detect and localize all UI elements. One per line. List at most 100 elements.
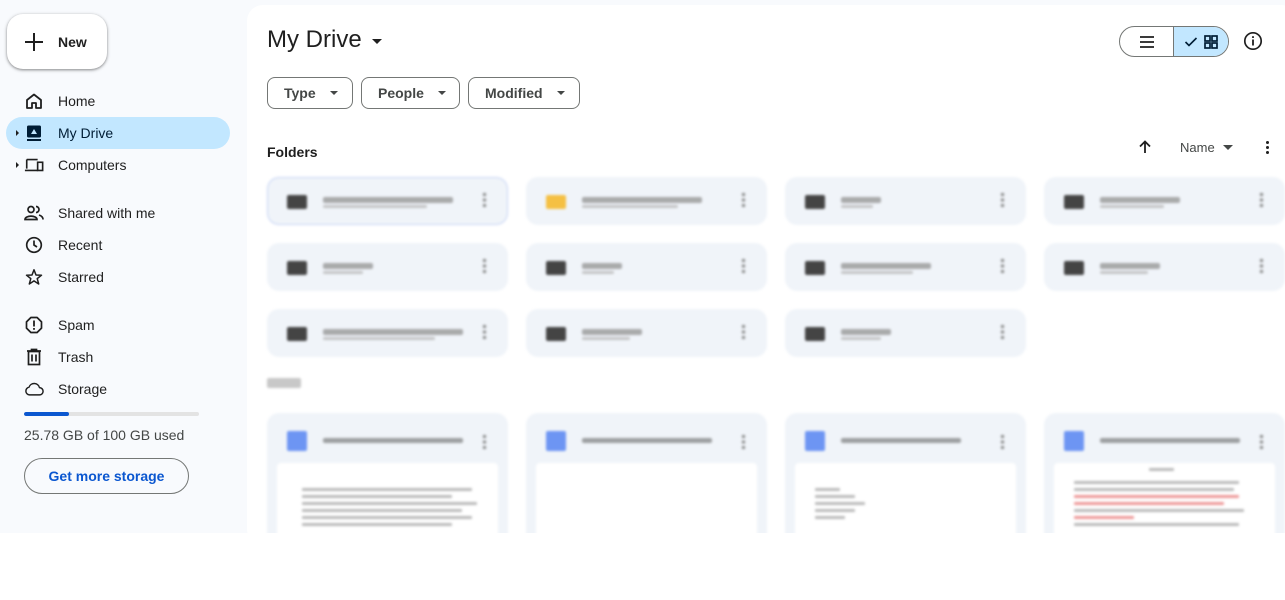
chevron-down-icon bbox=[556, 91, 565, 95]
cloud-icon bbox=[24, 380, 44, 398]
sidebar-item-my-drive[interactable]: My Drive bbox=[6, 117, 230, 149]
view-details-button[interactable] bbox=[1241, 29, 1265, 53]
preview-text-line bbox=[302, 495, 452, 498]
sidebar-item-home[interactable]: Home bbox=[6, 85, 230, 117]
preview-text-line bbox=[815, 488, 840, 491]
folder-icon bbox=[287, 327, 307, 341]
storage-usage-text: 25.78 GB of 100 GB used bbox=[24, 427, 185, 443]
folder-card[interactable] bbox=[526, 243, 767, 291]
expand-caret-icon[interactable] bbox=[16, 130, 19, 136]
sidebar-item-label: Trash bbox=[58, 349, 94, 365]
more-vert-icon[interactable] bbox=[742, 193, 745, 207]
file-card[interactable] bbox=[785, 413, 1026, 533]
preview-text-line bbox=[302, 516, 472, 519]
document-icon bbox=[287, 431, 307, 451]
preview-text-line bbox=[815, 502, 865, 505]
file-thumbnail bbox=[277, 463, 498, 533]
preview-text-line bbox=[302, 488, 472, 491]
page-title: My Drive bbox=[267, 26, 362, 53]
folder-card[interactable] bbox=[267, 243, 508, 291]
folder-icon bbox=[1064, 261, 1084, 275]
page-title-dropdown[interactable]: My Drive bbox=[267, 26, 382, 54]
file-card[interactable] bbox=[526, 413, 767, 533]
shared-icon bbox=[24, 204, 44, 222]
folder-name bbox=[841, 263, 931, 269]
more-vert-icon[interactable] bbox=[1260, 193, 1263, 207]
file-thumbnail bbox=[795, 463, 1016, 533]
list-view-button[interactable] bbox=[1120, 27, 1175, 56]
folder-name-detail bbox=[582, 337, 630, 340]
sidebar-item-starred[interactable]: Starred bbox=[6, 261, 230, 293]
new-button[interactable]: New bbox=[7, 14, 107, 69]
folder-name-detail bbox=[841, 337, 881, 340]
sidebar: New Home My Drive Computers Shared with … bbox=[0, 0, 246, 533]
folder-card[interactable] bbox=[785, 243, 1026, 291]
folders-section-label: Folders bbox=[267, 144, 318, 160]
folder-icon bbox=[546, 327, 566, 341]
preview-text-line bbox=[1074, 481, 1239, 484]
more-vert-icon[interactable] bbox=[483, 193, 486, 207]
folder-name-detail bbox=[1100, 205, 1164, 208]
sidebar-item-recent[interactable]: Recent bbox=[6, 229, 230, 261]
sort-direction-button[interactable] bbox=[1135, 137, 1155, 157]
filter-type[interactable]: Type bbox=[267, 77, 353, 109]
folder-card[interactable] bbox=[1044, 177, 1285, 225]
more-vert-icon[interactable] bbox=[1001, 259, 1004, 273]
more-vert-icon[interactable] bbox=[1260, 259, 1263, 273]
more-vert-icon[interactable] bbox=[483, 259, 486, 273]
sidebar-item-spam[interactable]: Spam bbox=[6, 309, 230, 341]
more-vert-icon[interactable] bbox=[1260, 435, 1263, 449]
preview-text-line bbox=[1074, 495, 1239, 498]
sidebar-item-trash[interactable]: Trash bbox=[6, 341, 230, 373]
chevron-down-icon bbox=[437, 91, 446, 95]
folder-name bbox=[582, 197, 702, 203]
grid-view-button[interactable] bbox=[1174, 27, 1228, 56]
folder-card[interactable] bbox=[267, 177, 508, 225]
more-vert-icon[interactable] bbox=[742, 435, 745, 449]
filter-label: Modified bbox=[485, 85, 543, 101]
file-card[interactable] bbox=[267, 413, 508, 533]
more-vert-icon[interactable] bbox=[742, 259, 745, 273]
more-vert-icon[interactable] bbox=[483, 435, 486, 449]
sort-by-dropdown[interactable]: Name bbox=[1180, 140, 1233, 155]
get-more-storage-button[interactable]: Get more storage bbox=[24, 458, 189, 494]
folder-icon bbox=[287, 261, 307, 275]
folder-card[interactable] bbox=[526, 177, 767, 225]
more-vert-icon[interactable] bbox=[742, 325, 745, 339]
folder-card[interactable] bbox=[785, 177, 1026, 225]
storage-usage-bar bbox=[24, 412, 199, 416]
document-icon bbox=[805, 431, 825, 451]
main-content: My Drive Type People Modified Folders Na… bbox=[247, 5, 1285, 533]
filter-people[interactable]: People bbox=[361, 77, 460, 109]
info-icon bbox=[1243, 31, 1263, 51]
folder-name bbox=[323, 263, 373, 269]
sidebar-item-label: Starred bbox=[58, 269, 104, 285]
more-vert-icon[interactable] bbox=[1001, 193, 1004, 207]
filter-modified[interactable]: Modified bbox=[468, 77, 580, 109]
file-name bbox=[1100, 438, 1240, 443]
folder-name-detail bbox=[582, 205, 678, 208]
drive-app: New Home My Drive Computers Shared with … bbox=[0, 0, 1285, 533]
more-vert-icon[interactable] bbox=[1001, 325, 1004, 339]
folder-card[interactable] bbox=[526, 309, 767, 357]
view-toggle bbox=[1119, 26, 1229, 57]
sidebar-item-label: Recent bbox=[58, 237, 103, 253]
folder-card[interactable] bbox=[785, 309, 1026, 357]
folder-card[interactable] bbox=[1044, 243, 1285, 291]
folder-name-detail bbox=[582, 271, 614, 274]
folder-name bbox=[582, 329, 642, 335]
file-card[interactable] bbox=[1044, 413, 1285, 533]
sidebar-item-shared-with-me[interactable]: Shared with me bbox=[6, 197, 230, 229]
filter-label: People bbox=[378, 85, 424, 101]
folder-card[interactable] bbox=[267, 309, 508, 357]
sidebar-item-label: Computers bbox=[58, 157, 127, 173]
sidebar-item-computers[interactable]: Computers bbox=[6, 149, 230, 181]
grid-icon bbox=[1204, 34, 1218, 49]
expand-caret-icon[interactable] bbox=[16, 162, 19, 168]
more-vert-icon[interactable] bbox=[483, 325, 486, 339]
preview-text-line bbox=[815, 516, 845, 519]
more-vert-icon[interactable] bbox=[1001, 435, 1004, 449]
sidebar-item-storage[interactable]: Storage bbox=[6, 373, 230, 405]
more-options-button[interactable] bbox=[1259, 137, 1275, 157]
folder-name bbox=[1100, 263, 1160, 269]
